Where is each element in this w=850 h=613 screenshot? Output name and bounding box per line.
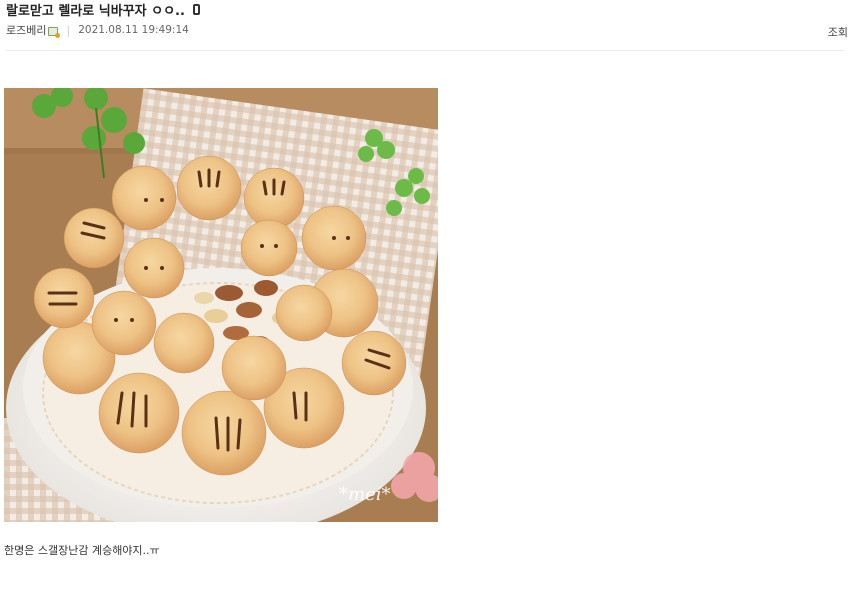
post-datetime: 2021.08.11 19:49:14 [78, 24, 189, 36]
post-title[interactable]: 랄로맏고 렐라로 닉바꾸자 ㅇㅇ.. [6, 0, 185, 19]
post-meta: 로즈베리 | 2021.08.11 19:49:14 [6, 22, 189, 38]
meta-separator: | [66, 23, 71, 37]
bread-photo-illustration: *mei* [4, 88, 438, 522]
post-header: 랄로맏고 렐라로 닉바꾸자 ㅇㅇ.. [6, 0, 200, 19]
author-name[interactable]: 로즈베리 [6, 22, 46, 38]
views-label: 조회 [827, 26, 848, 39]
member-badge-icon [48, 26, 61, 38]
header-divider [6, 50, 844, 51]
photo-watermark: *mei* [339, 484, 390, 505]
mobile-icon [192, 3, 200, 15]
post-photo[interactable]: *mei* [4, 88, 438, 522]
post-body-text: 한명은 스갤장난감 계승해야지..ㅠ [4, 544, 160, 557]
